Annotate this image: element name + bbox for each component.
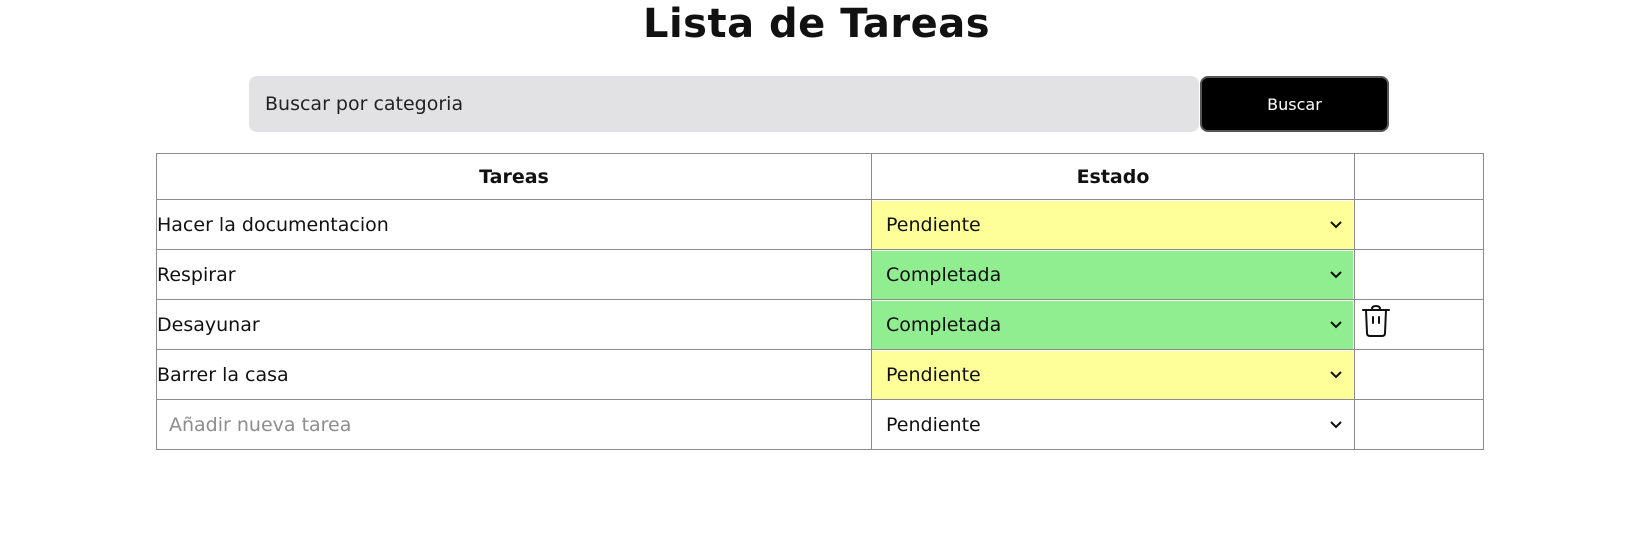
tasks-table: Tareas Estado Hacer la documentacion Pen… [156,153,1484,450]
state-cell: PendienteCompletada [871,299,1355,350]
state-column-header: Estado [871,153,1355,200]
task-name: Hacer la documentacion [156,199,872,250]
state-cell: PendienteCompletada [871,199,1355,250]
actions-cell [1354,299,1484,350]
state-select[interactable]: PendienteCompletada [872,300,1353,349]
table-row: Respirar PendienteCompletada [156,249,1484,300]
new-task-input[interactable] [157,400,871,449]
tasks-column-header: Tareas [156,153,872,200]
table-header-row: Tareas Estado [156,153,1484,200]
new-task-cell [156,399,872,450]
state-select[interactable]: PendienteCompletada [872,200,1353,249]
state-cell: PendienteCompletada [871,249,1355,300]
table-row: Desayunar PendienteCompletada [156,299,1484,350]
state-cell: PendienteCompletada [871,399,1355,450]
state-cell: PendienteCompletada [871,349,1355,400]
task-name: Respirar [156,249,872,300]
state-select[interactable]: PendienteCompletada [872,350,1353,399]
actions-cell [1354,349,1484,400]
task-name: Desayunar [156,299,872,350]
task-name: Barrer la casa [156,349,872,400]
search-input[interactable] [249,76,1199,132]
actions-column-header [1354,153,1484,200]
page-title: Lista de Tareas [642,1,990,47]
table-row: Barrer la casa PendienteCompletada [156,349,1484,400]
actions-cell [1354,399,1484,450]
actions-cell [1354,249,1484,300]
table-row: Hacer la documentacion PendienteCompleta… [156,199,1484,250]
search-bar: Buscar [249,76,1389,132]
new-task-state-select[interactable]: PendienteCompletada [872,400,1353,449]
actions-cell [1354,199,1484,250]
state-select[interactable]: PendienteCompletada [872,250,1353,299]
search-button[interactable]: Buscar [1200,76,1389,132]
new-task-row: PendienteCompletada [156,399,1484,450]
trash-icon[interactable] [1361,304,1391,338]
